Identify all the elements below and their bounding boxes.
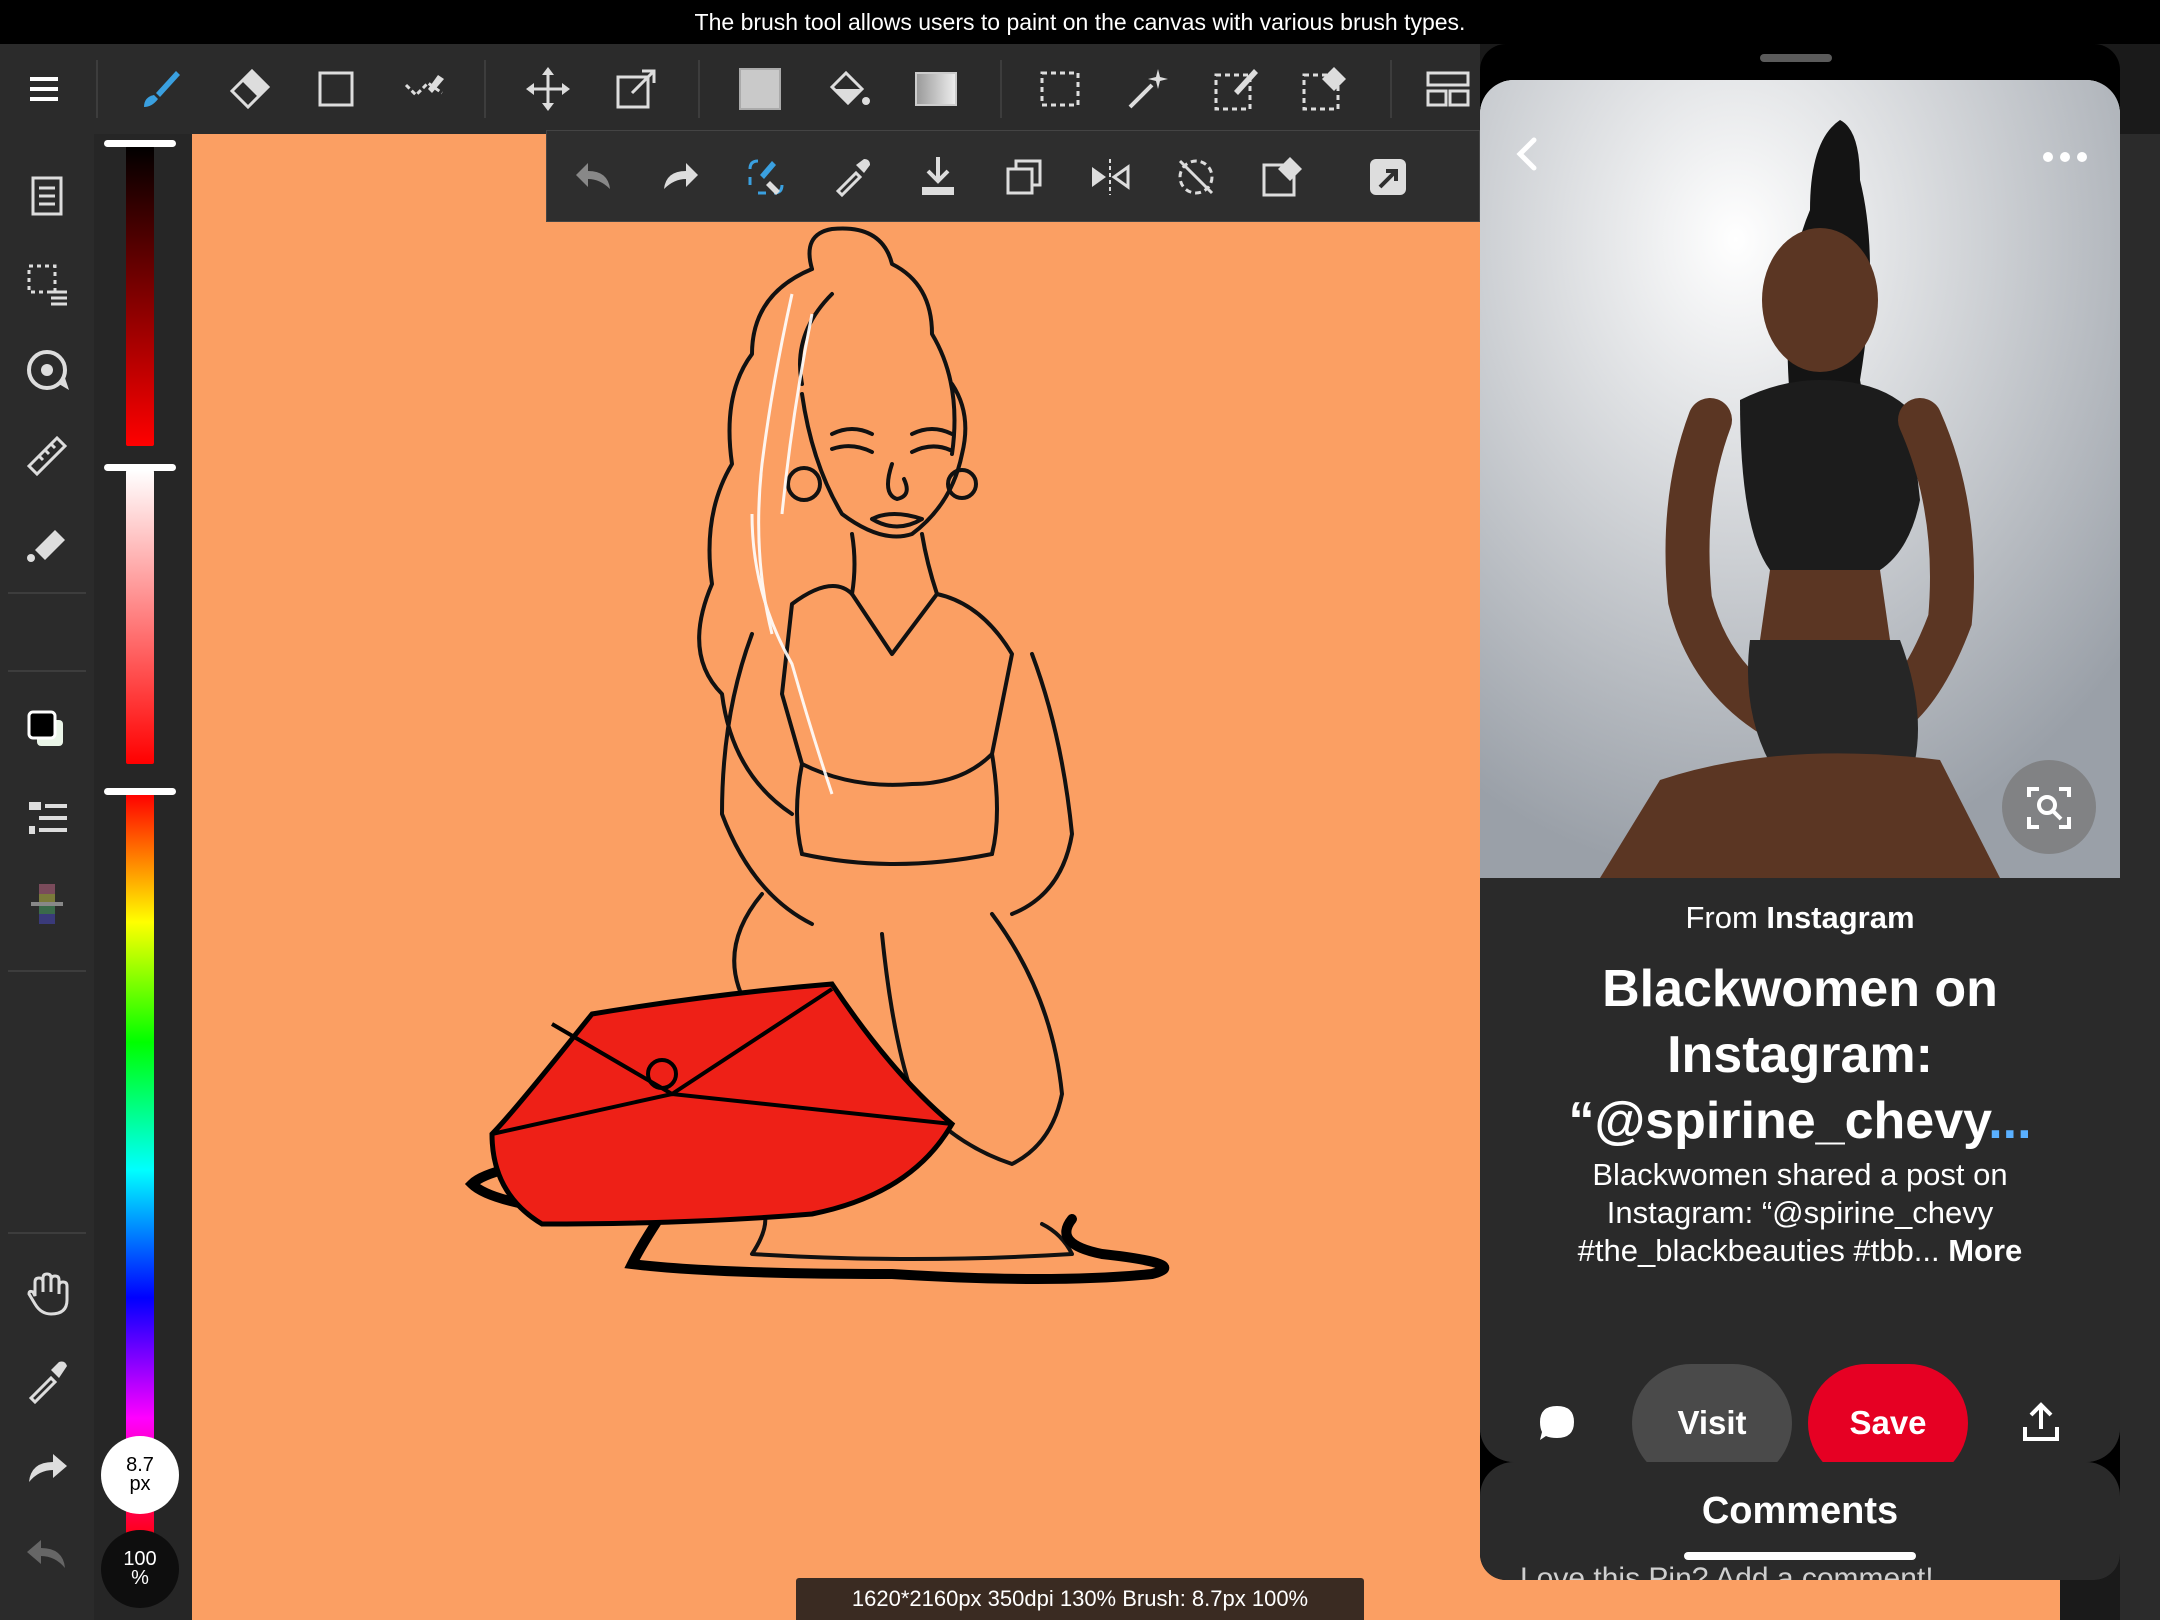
smudge-icon[interactable] bbox=[384, 44, 464, 134]
pinterest-slide-over: From Instagram Blackwomen on Instagram: … bbox=[1480, 44, 2120, 1580]
brush-size-readout[interactable]: 8.7 px bbox=[101, 1436, 179, 1514]
color-swatch-icon[interactable] bbox=[0, 690, 94, 770]
selection-toolbar bbox=[546, 130, 1480, 222]
left-sidebar bbox=[0, 134, 94, 1620]
layout-icon[interactable] bbox=[1408, 44, 1488, 134]
menu-icon[interactable] bbox=[4, 44, 84, 134]
comments-title: Comments bbox=[1701, 1490, 1899, 1532]
pin-card: From Instagram Blackwomen on Instagram: … bbox=[1480, 80, 2120, 1462]
saturation-slider-handle[interactable] bbox=[104, 464, 176, 471]
brush-size-unit: px bbox=[129, 1473, 151, 1495]
saturation-slider[interactable] bbox=[126, 470, 154, 764]
pin-meta: From Instagram Blackwomen on Instagram: … bbox=[1480, 878, 2120, 1462]
clear-icon[interactable] bbox=[723, 131, 809, 223]
pin-title-text: Blackwomen on Instagram: “@spirine_chevy bbox=[1568, 960, 1998, 1150]
comment-input[interactable]: Love this Pin? Add a comment! bbox=[1520, 1562, 1934, 1580]
redo-icon[interactable] bbox=[637, 131, 723, 223]
pin-title-ellipsis: ... bbox=[1988, 1092, 2032, 1150]
palette-icon[interactable] bbox=[0, 864, 94, 944]
status-bar: 1620*2160px 350dpi 130% Brush: 8.7px 100… bbox=[796, 1578, 1364, 1620]
pin-description: Blackwomen shared a post on Instagram: “… bbox=[1540, 1156, 2060, 1270]
ruler-icon[interactable] bbox=[0, 416, 94, 496]
move-icon[interactable] bbox=[508, 44, 588, 134]
layer-list-icon[interactable] bbox=[0, 778, 94, 858]
comment-icon[interactable] bbox=[1526, 1392, 1588, 1454]
save-button[interactable]: Save bbox=[1808, 1364, 1968, 1462]
fill-color-icon[interactable] bbox=[720, 44, 800, 134]
selection-icon[interactable] bbox=[0, 244, 94, 324]
pin-image[interactable] bbox=[1480, 80, 2120, 878]
undo-icon[interactable] bbox=[551, 131, 637, 223]
source-prefix: From bbox=[1685, 900, 1758, 935]
top-toolbar bbox=[0, 44, 1480, 134]
source-name: Instagram bbox=[1766, 900, 1915, 935]
undo-icon[interactable] bbox=[0, 1514, 94, 1594]
pin-title: Blackwomen on Instagram: “@spirine_chevy… bbox=[1520, 956, 2080, 1154]
flip-icon[interactable] bbox=[1067, 131, 1153, 223]
hue-slider-handle[interactable] bbox=[104, 788, 176, 795]
layers-icon[interactable] bbox=[0, 156, 94, 236]
deselect-icon[interactable] bbox=[1239, 131, 1325, 223]
rotate-off-icon[interactable] bbox=[1153, 131, 1239, 223]
gradient-icon[interactable] bbox=[896, 44, 976, 134]
duplicate-icon[interactable] bbox=[981, 131, 1067, 223]
red-slider[interactable] bbox=[126, 146, 154, 446]
visual-search-icon[interactable] bbox=[2002, 760, 2096, 854]
fill-icon[interactable] bbox=[0, 502, 94, 582]
download-icon[interactable] bbox=[895, 131, 981, 223]
red-slider-handle[interactable] bbox=[104, 140, 176, 147]
home-indicator bbox=[1684, 1552, 1916, 1560]
eraser-icon[interactable] bbox=[208, 44, 288, 134]
share-icon[interactable] bbox=[1345, 131, 1431, 223]
eyedropper-icon[interactable] bbox=[0, 1342, 94, 1422]
hand-icon[interactable] bbox=[0, 1254, 94, 1334]
bucket-icon[interactable] bbox=[808, 44, 888, 134]
magic-wand-icon[interactable] bbox=[1108, 44, 1188, 134]
more-link[interactable]: More bbox=[1948, 1233, 2022, 1268]
select-eraser-icon[interactable] bbox=[1284, 44, 1364, 134]
transform-rotate-icon[interactable] bbox=[0, 330, 94, 410]
comments-section: Comments Love this Pin? Add a comment! bbox=[1480, 1462, 2120, 1580]
brush-icon[interactable] bbox=[120, 44, 200, 134]
select-pen-icon[interactable] bbox=[1196, 44, 1276, 134]
brush-opacity-readout[interactable]: 100 % bbox=[101, 1530, 179, 1608]
visit-button[interactable]: Visit bbox=[1632, 1364, 1792, 1462]
more-options-icon[interactable] bbox=[2030, 132, 2100, 182]
eyedropper-icon[interactable] bbox=[809, 131, 895, 223]
rectangle-icon[interactable] bbox=[296, 44, 376, 134]
transform-icon[interactable] bbox=[596, 44, 676, 134]
pin-description-text: Blackwomen shared a post on Instagram: “… bbox=[1577, 1157, 2008, 1268]
color-slider-column: 8.7 px 100 % bbox=[94, 134, 192, 1620]
pin-source[interactable]: From Instagram bbox=[1480, 900, 2120, 936]
hue-slider[interactable] bbox=[126, 794, 154, 1546]
brush-opacity-unit: % bbox=[131, 1567, 149, 1589]
redo-icon[interactable] bbox=[0, 1428, 94, 1508]
tooltip: The brush tool allows users to paint on … bbox=[0, 0, 2160, 44]
select-rect-icon[interactable] bbox=[1020, 44, 1100, 134]
share-upload-icon[interactable] bbox=[2010, 1392, 2072, 1454]
right-panel-edge bbox=[2120, 134, 2160, 1620]
back-icon[interactable] bbox=[1498, 124, 1558, 184]
slide-over-grabber[interactable] bbox=[1760, 54, 1832, 62]
